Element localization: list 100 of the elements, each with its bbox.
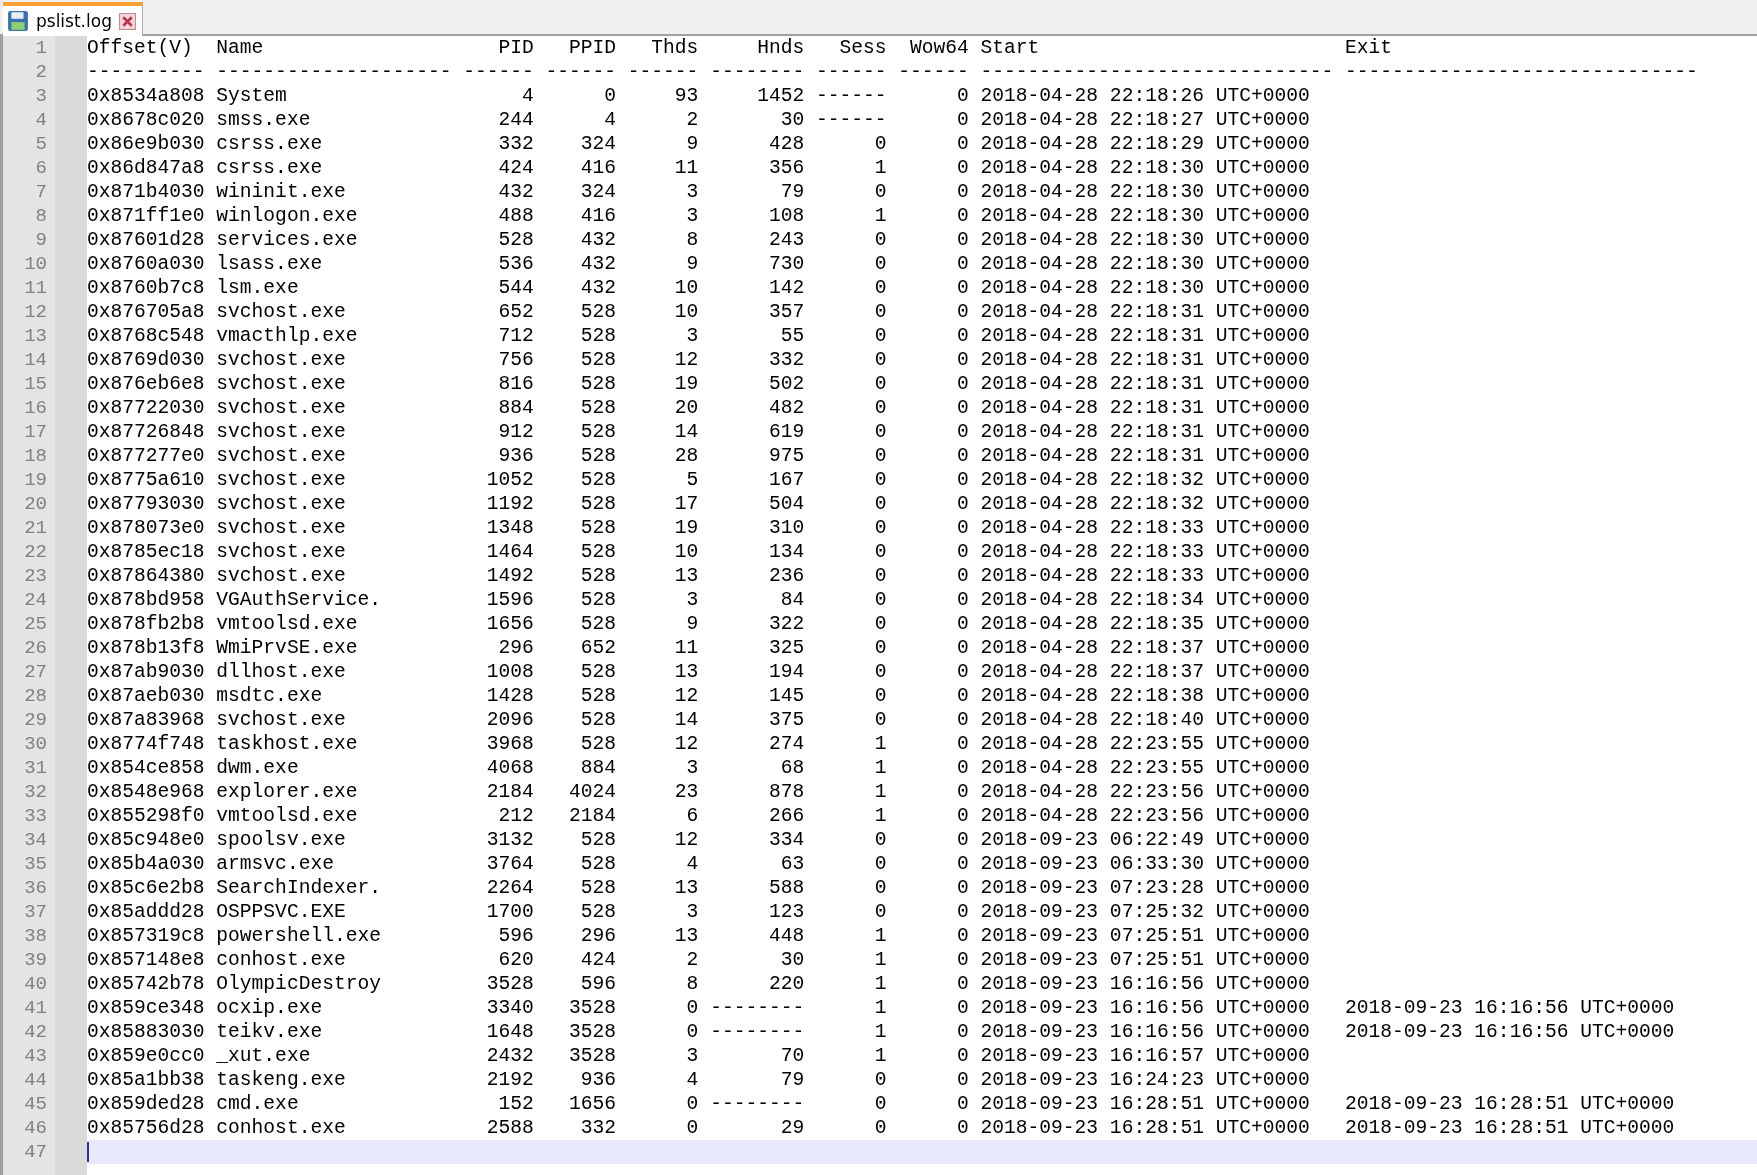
log-field: 0x87864380: [87, 564, 205, 588]
log-field: 0: [815, 1116, 887, 1140]
log-field: 2018-04-28 22:18:30 UTC+0000: [980, 204, 1334, 228]
log-field: 1: [815, 996, 887, 1020]
log-field: 0: [898, 948, 969, 972]
log-field: 528: [545, 660, 617, 684]
log-field: 0: [898, 444, 969, 468]
log-field: 334: [710, 828, 805, 852]
log-field: 2018-04-28 22:18:32 UTC+0000: [980, 492, 1334, 516]
log-field: 5: [627, 468, 699, 492]
log-field: wininit.exe: [216, 180, 452, 204]
line-number: 16: [24, 396, 47, 420]
line-number: 6: [35, 156, 47, 180]
file-tab[interactable]: pslist.log: [3, 2, 143, 36]
log-field: 1: [815, 924, 887, 948]
log-field: svchost.exe: [216, 516, 452, 540]
log-field: 13: [627, 564, 699, 588]
log-field: 0x85883030: [87, 1020, 205, 1044]
log-field: ------: [463, 60, 534, 84]
line-number: 2: [35, 60, 47, 84]
log-field: 3528: [545, 996, 617, 1020]
line-number: 15: [24, 372, 47, 396]
log-field: 8: [627, 228, 699, 252]
log-field: 2018-04-28 22:18:32 UTC+0000: [980, 468, 1334, 492]
log-field: 0: [898, 660, 969, 684]
log-field: 0: [815, 324, 887, 348]
log-field: 0: [898, 372, 969, 396]
log-field: 756: [463, 348, 534, 372]
log-field: 2588: [463, 1116, 534, 1140]
log-field: 19: [627, 372, 699, 396]
log-field: 23: [627, 780, 699, 804]
log-field: conhost.exe: [216, 1116, 452, 1140]
log-field: svchost.exe: [216, 468, 452, 492]
line-number: 45: [24, 1092, 47, 1116]
log-field: 357: [710, 300, 805, 324]
log-field: 884: [545, 756, 617, 780]
line-number: 47: [24, 1140, 47, 1164]
log-field: 0: [898, 396, 969, 420]
log-field: 528: [545, 612, 617, 636]
log-field: 0: [898, 708, 969, 732]
log-field: 432: [545, 228, 617, 252]
log-field: 0x878b13f8: [87, 636, 205, 660]
log-field: 884: [463, 396, 534, 420]
log-field: 0: [898, 1044, 969, 1068]
log-field: 0: [815, 1068, 887, 1092]
log-field: svchost.exe: [216, 300, 452, 324]
log-field: 0: [898, 276, 969, 300]
log-field: 0: [898, 1020, 969, 1044]
log-field: 2018-09-23 16:28:51 UTC+0000: [980, 1116, 1334, 1140]
log-field: 0x85c948e0: [87, 828, 205, 852]
log-field: 528: [545, 348, 617, 372]
log-field: 2018-04-28 22:18:35 UTC+0000: [980, 612, 1334, 636]
log-field: 9: [627, 132, 699, 156]
log-field: 0x8785ec18: [87, 540, 205, 564]
log-field: 936: [463, 444, 534, 468]
log-field: 1: [815, 1020, 887, 1044]
log-field: 2018-09-23 06:22:49 UTC+0000: [980, 828, 1334, 852]
log-field: ------: [815, 60, 887, 84]
line-number: 40: [24, 972, 47, 996]
log-field: 2192: [463, 1068, 534, 1092]
log-field: 432: [545, 252, 617, 276]
log-field: 310: [710, 516, 805, 540]
log-field: 9: [627, 612, 699, 636]
line-number: 19: [24, 468, 47, 492]
log-field: 2018-04-28 22:18:30 UTC+0000: [980, 156, 1334, 180]
log-field: 712: [463, 324, 534, 348]
log-field: 325: [710, 636, 805, 660]
log-field: 2184: [545, 804, 617, 828]
log-field: OlympicDestroy: [216, 972, 452, 996]
close-icon[interactable]: [118, 12, 136, 30]
log-field: 416: [545, 156, 617, 180]
log-field: 3: [627, 324, 699, 348]
line-number: 33: [24, 804, 47, 828]
line-number: 31: [24, 756, 47, 780]
log-field: winlogon.exe: [216, 204, 452, 228]
log-field: 0x8678c020: [87, 108, 205, 132]
log-field: 912: [463, 420, 534, 444]
log-field: 3: [627, 756, 699, 780]
log-field: 0: [815, 132, 887, 156]
log-field: 296: [463, 636, 534, 660]
log-field: 0x859ded28: [87, 1092, 205, 1116]
log-field: --------: [710, 60, 805, 84]
log-field: 375: [710, 708, 805, 732]
log-field: 0x87aeb030: [87, 684, 205, 708]
log-field: 0x854ce858: [87, 756, 205, 780]
line-number: 30: [24, 732, 47, 756]
line-number: 25: [24, 612, 47, 636]
log-field: ----------: [87, 60, 205, 84]
log-field: 3: [627, 900, 699, 924]
log-field: 0x878bd958: [87, 588, 205, 612]
log-field: 2018-04-28 22:18:31 UTC+0000: [980, 324, 1334, 348]
line-number: 1: [35, 36, 47, 60]
log-field: 0: [898, 876, 969, 900]
log-field: 2096: [463, 708, 534, 732]
log-field: 416: [545, 204, 617, 228]
log-field: 0x87a83968: [87, 708, 205, 732]
log-field: --------------------: [216, 60, 452, 84]
log-field: 528: [463, 228, 534, 252]
log-field: ------: [627, 60, 699, 84]
log-field: 0x85c6e2b8: [87, 876, 205, 900]
